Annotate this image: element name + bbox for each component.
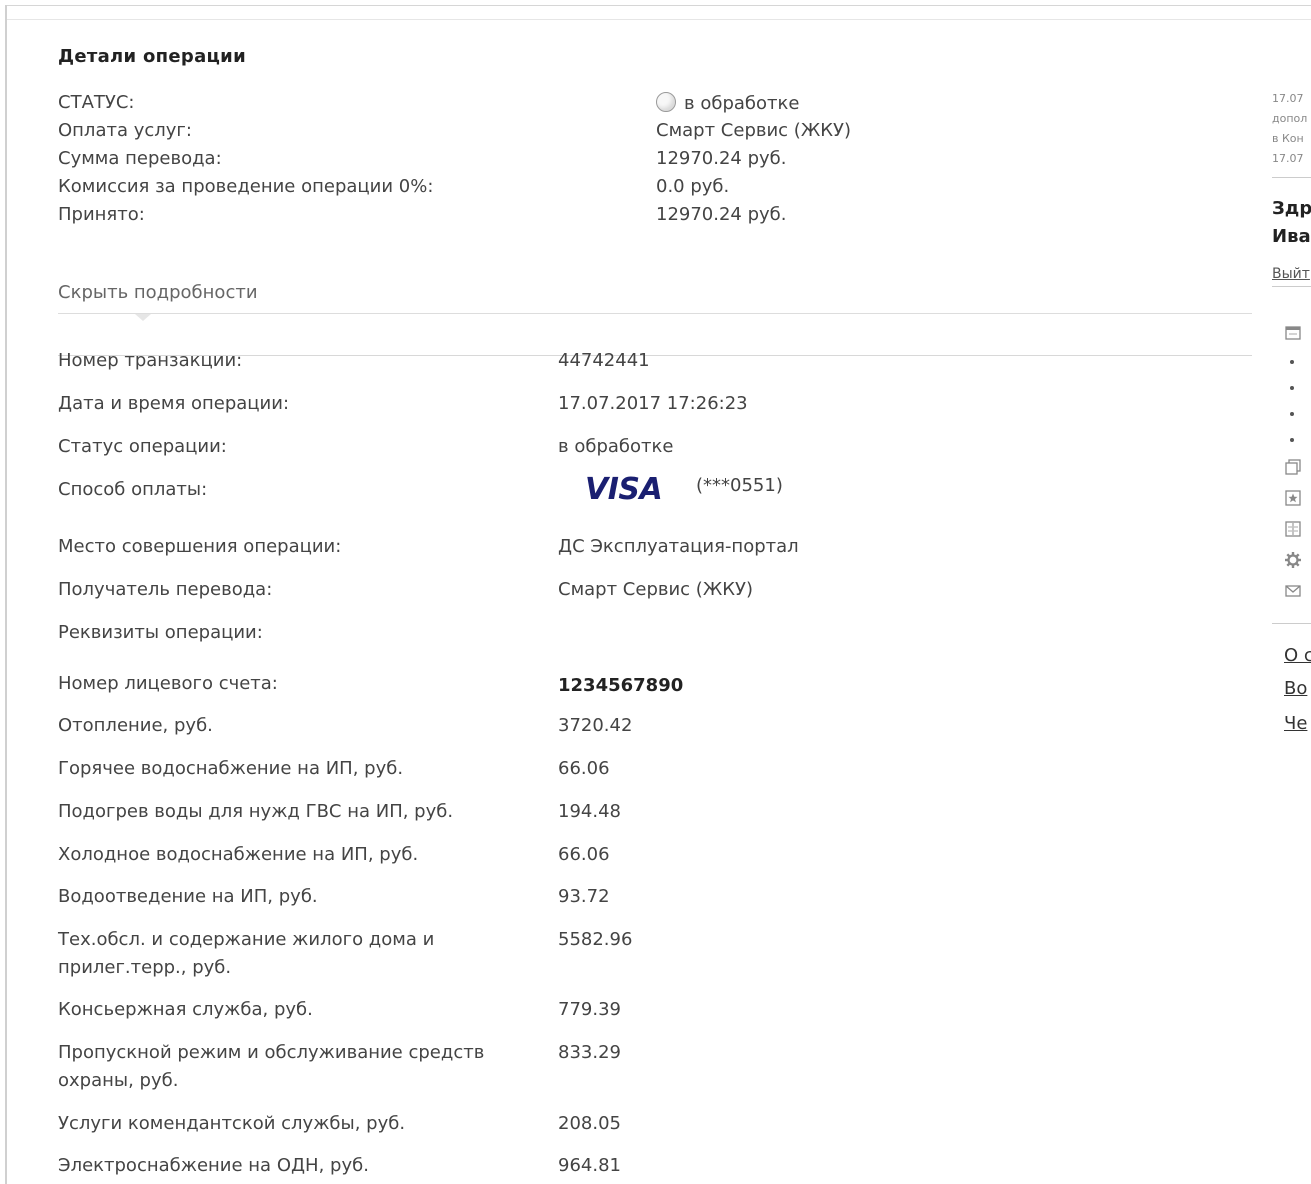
detail-value: 44742441 [558,350,650,371]
item-label: Горячее водоснабжение на ИП, руб. [58,758,404,779]
item-value: 779.39 [558,999,621,1020]
star-icon[interactable] [1284,489,1302,507]
item-value: 66.06 [558,844,610,865]
summary-row-commission: Комиссия за проведение операции 0%: 0.0 … [58,176,1158,204]
summary-value: 12970.24 руб. [656,148,787,169]
summary-label: Сумма перевода: [58,148,222,169]
sidebar-divider [1272,623,1311,624]
status-text: в обработке [684,93,800,114]
detail-label: Статус операции: [58,436,227,457]
left-border [5,5,7,1184]
top-border [5,5,1311,6]
detail-label: Дата и время операции: [58,393,290,414]
detail-value: в обработке [558,436,674,457]
card-mask: (***0551) [696,475,783,496]
item-label-line: Пропускной режим и обслуживание средств [58,1042,485,1063]
details-divider [58,313,1252,314]
item-label: Холодное водоснабжение на ИП, руб. [58,844,419,865]
notice-text: 17.07 [1272,92,1304,105]
mail-icon[interactable] [1284,582,1302,600]
detail-label: Место совершения операции: [58,536,342,557]
copy-icon[interactable] [1284,458,1302,476]
menu-bullet [1290,438,1294,442]
summary-value: 12970.24 руб. [656,204,787,225]
sidebar-divider [1272,286,1311,287]
detail-label: Номер лицевого счета: [58,673,278,694]
summary-row-status: СТАТУС: в обработке [58,92,1158,120]
detail-value: Смарт Сервис (ЖКУ) [558,579,753,600]
calendar-icon[interactable] [1284,324,1302,342]
sidebar-link[interactable]: Во [1284,678,1307,699]
document-icon[interactable] [1284,520,1302,538]
summary-label: Принято: [58,204,145,225]
top-divider [5,19,1311,20]
notice-text: допол [1272,112,1308,125]
menu-bullet [1290,360,1294,364]
greeting-line: Здр [1272,198,1311,219]
hide-details-link[interactable]: Скрыть подробности [58,282,258,303]
item-label: Подогрев воды для нужд ГВС на ИП, руб. [58,801,454,822]
item-label: Консьержная служба, руб. [58,999,313,1020]
notice-text: в Кон [1272,132,1304,145]
item-label: Электроснабжение на ОДН, руб. [58,1155,369,1176]
detail-row-item: Тех.обсл. и содержание жилого дома и прил… [58,926,1208,982]
detail-row-payment-method: Способ оплаты: VISA (***0551) [58,472,1208,516]
item-label-line: Тех.обсл. и содержание жилого дома и [58,929,435,950]
detail-label: Реквизиты операции: [58,622,263,643]
summary-label: Комиссия за проведение операции 0%: [58,176,434,197]
item-label: Услуги комендантской службы, руб. [58,1113,406,1134]
item-value: 93.72 [558,886,610,907]
item-value: 3720.42 [558,715,633,736]
detail-value: ДС Эксплуатация-портал [558,536,799,557]
sidebar-link[interactable]: Че [1284,713,1307,734]
menu-bullet [1290,412,1294,416]
summary-value: Смарт Сервис (ЖКУ) [656,120,851,141]
gear-icon[interactable] [1284,551,1302,569]
item-label: Пропускной режим и обслуживание средств о… [58,1039,518,1095]
summary-value: 0.0 руб. [656,176,730,197]
visa-logo-icon: VISA [585,472,663,507]
page-title: Детали операции [58,46,246,67]
summary-row-service: Оплата услуг: Смарт Сервис (ЖКУ) [58,120,1158,148]
detail-value: 17.07.2017 17:26:23 [558,393,748,414]
greeting-name: Ива [1272,226,1311,247]
processing-status-icon [656,92,676,112]
item-label: Водоотведение на ИП, руб. [58,886,318,907]
item-value: 964.81 [558,1155,621,1176]
item-label-line: охраны, руб. [58,1070,179,1091]
item-value: 194.48 [558,801,621,822]
logout-link[interactable]: Выйт [1272,266,1310,282]
item-label-line: прилег.терр., руб. [58,957,232,978]
sidebar-divider [1272,177,1311,178]
item-value: 208.05 [558,1113,621,1134]
notice-text: 17.07 [1272,152,1304,165]
item-value: 833.29 [558,1042,621,1063]
item-label: Тех.обсл. и содержание жилого дома и прил… [58,926,518,982]
menu-bullet [1290,386,1294,390]
summary-label: СТАТУС: [58,92,135,113]
sidebar-link[interactable]: О с [1284,645,1311,666]
item-value: 5582.96 [558,929,633,950]
summary-value: в обработке [656,92,799,114]
summary-row-amount: Сумма перевода: 12970.24 руб. [58,148,1158,176]
detail-label: Способ оплаты: [58,479,208,500]
detail-label: Получатель перевода: [58,579,273,600]
account-number: 1234567890 [558,675,684,696]
detail-label: Номер транзакции: [58,350,243,371]
detail-row-item: Пропускной режим и обслуживание средств о… [58,1039,1208,1095]
summary-label: Оплата услуг: [58,120,192,141]
item-label: Отопление, руб. [58,715,213,736]
summary-row-accepted: Принято: 12970.24 руб. [58,204,1158,232]
item-value: 66.06 [558,758,610,779]
caret-down-icon [135,314,151,321]
